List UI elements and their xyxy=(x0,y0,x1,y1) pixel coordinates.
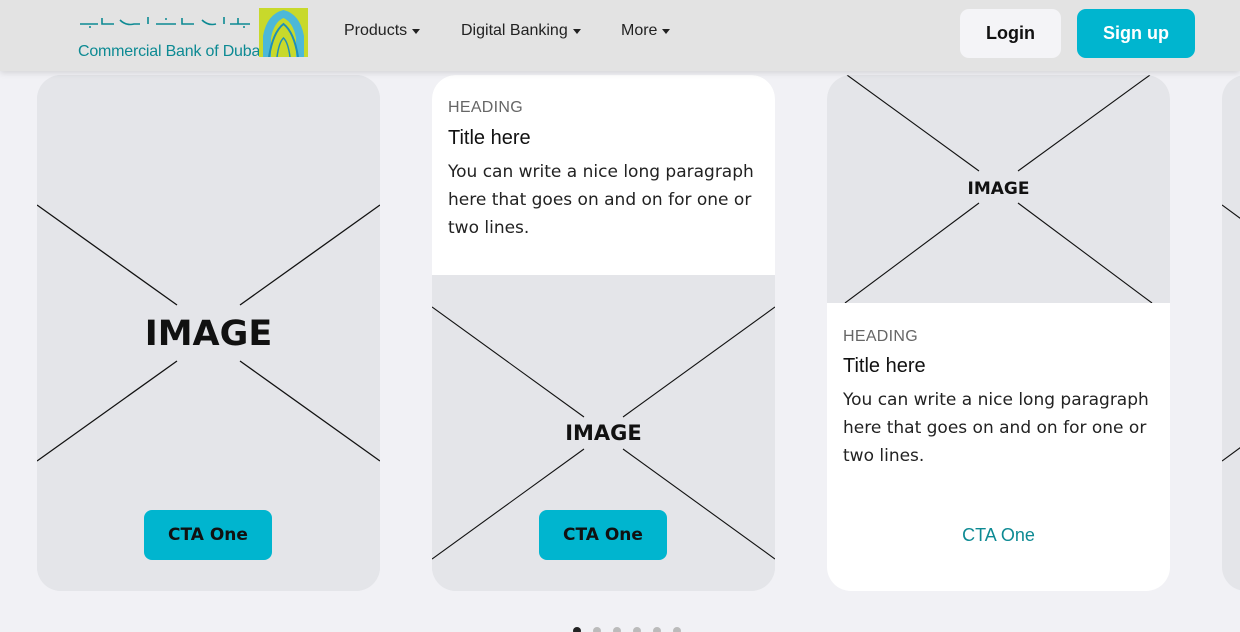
nav-products[interactable]: Products xyxy=(344,22,421,40)
card-paragraph: You can write a nice long paragraph here… xyxy=(448,162,754,238)
nav-more-label: More xyxy=(621,22,658,39)
nav-digital-banking-label: Digital Banking xyxy=(461,22,568,39)
cta-one-button[interactable]: CTA One xyxy=(539,510,667,560)
caret-down-icon xyxy=(412,28,421,34)
card-text-image: HEADING Title here You can write a nice … xyxy=(432,75,775,591)
pagination-dot[interactable] xyxy=(673,627,681,632)
login-button[interactable]: Login xyxy=(960,9,1061,58)
placeholder-cross-icon xyxy=(1222,204,1240,462)
card-heading: HEADING xyxy=(843,328,918,345)
brand-logo[interactable]: Commercial Bank of Dubai xyxy=(78,8,310,60)
navbar: Commercial Bank of Dubai Products Digita… xyxy=(0,0,1240,71)
cta-one-button[interactable]: CTA One xyxy=(144,510,272,560)
pagination-dot[interactable] xyxy=(613,627,621,632)
caret-down-icon xyxy=(662,28,671,34)
carousel-pagination xyxy=(573,627,681,632)
nav-digital-banking[interactable]: Digital Banking xyxy=(461,22,581,40)
card-title: Title here xyxy=(843,355,926,377)
image-label: IMAGE xyxy=(967,179,1030,199)
bank-arch-icon xyxy=(259,8,308,57)
pagination-dot[interactable] xyxy=(593,627,601,632)
brand-name: Commercial Bank of Dubai xyxy=(78,43,264,60)
card-text-block: HEADING Title here You can write a nice … xyxy=(432,75,775,275)
nav-more[interactable]: More xyxy=(621,22,671,40)
image-label: IMAGE xyxy=(144,314,273,354)
arabic-wordmark xyxy=(80,17,250,28)
cta-one-link[interactable]: CTA One xyxy=(827,525,1170,546)
card-heading: HEADING xyxy=(448,99,523,116)
image-label: IMAGE xyxy=(565,421,642,445)
nav-products-label: Products xyxy=(344,22,408,39)
pagination-dot[interactable] xyxy=(633,627,641,632)
pagination-dot[interactable] xyxy=(653,627,661,632)
card-partial xyxy=(1222,75,1240,591)
card-title: Title here xyxy=(448,127,531,149)
card-image-only: IMAGE CTA One xyxy=(37,75,380,591)
card-image-text: IMAGE HEADING Title here You can write a… xyxy=(827,75,1170,591)
caret-down-icon xyxy=(572,28,581,34)
image-placeholder: IMAGE xyxy=(827,75,1170,303)
signup-button[interactable]: Sign up xyxy=(1077,9,1195,58)
pagination-dot[interactable] xyxy=(573,627,581,632)
card-paragraph: You can write a nice long paragraph here… xyxy=(843,390,1149,466)
